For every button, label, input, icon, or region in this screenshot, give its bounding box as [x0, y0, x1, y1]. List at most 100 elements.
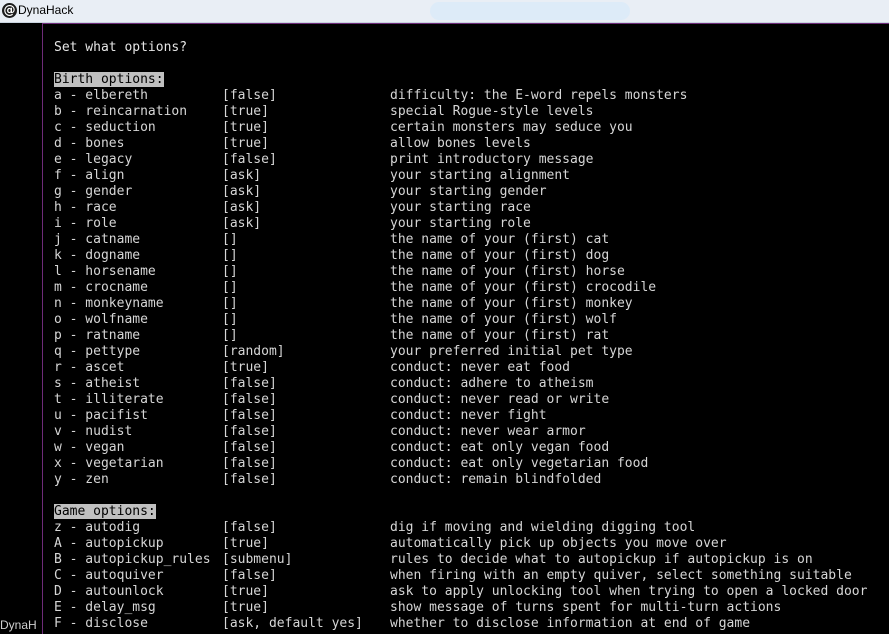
option-value: [false] — [222, 392, 277, 407]
option-desc: difficulty: the E-word repels monsters — [390, 88, 688, 103]
option-value: [] — [222, 312, 238, 327]
option-row[interactable]: z - autodig [false] dig if moving and wiel… — [54, 520, 884, 536]
option-row[interactable]: w - vegan [false] conduct: eat only vegan … — [54, 440, 884, 456]
option-row[interactable]: j - catname [] the name of your (first) ca… — [54, 232, 884, 248]
option-value: [] — [222, 280, 238, 295]
option-key: e - legacy — [54, 152, 133, 167]
option-value: [] — [222, 328, 238, 343]
option-row[interactable]: u - pacifist [false] conduct: never fight — [54, 408, 884, 424]
option-desc: conduct: eat only vegetarian food — [390, 456, 649, 471]
option-key: B - autopickup_rules — [54, 552, 211, 567]
option-row[interactable]: m - crocname [] the name of your (first) c… — [54, 280, 884, 296]
option-value: [true] — [222, 120, 269, 135]
titlebar-tab-blur — [430, 2, 630, 20]
option-desc: conduct: eat only vegan food — [390, 440, 610, 455]
option-row[interactable]: A - autopickup [true] automatically pick u… — [54, 536, 884, 552]
taskbar-label: DynaH — [0, 618, 37, 632]
option-value: [] — [222, 296, 238, 311]
option-row[interactable]: d - bones [true] allow bones levels — [54, 136, 884, 152]
option-row[interactable]: q - pettype [random] your preferred initia… — [54, 344, 884, 360]
option-key: j - catname — [54, 232, 141, 247]
option-value: [true] — [222, 536, 269, 551]
option-row[interactable]: E - delay_msg [true] show message of turns… — [54, 600, 884, 616]
option-key: s - atheist — [54, 376, 141, 391]
option-value: [] — [222, 232, 238, 247]
option-desc: dig if moving and wielding digging tool — [390, 520, 696, 535]
option-desc: the name of your (first) horse — [390, 264, 625, 279]
option-row[interactable]: C - autoquiver [false] when firing with an… — [54, 568, 884, 584]
option-key: i - role — [54, 216, 117, 231]
option-value: [false] — [222, 440, 277, 455]
option-value: [ask] — [222, 200, 262, 215]
option-value: [true] — [222, 136, 269, 151]
option-value: [true] — [222, 584, 269, 599]
option-row[interactable]: F - disclose [ask, default yes] whether to… — [54, 616, 884, 632]
option-desc: conduct: never wear armor — [390, 424, 586, 439]
option-row[interactable]: e - legacy [false] print introductory mess… — [54, 152, 884, 168]
option-key: w - vegan — [54, 440, 125, 455]
option-key: g - gender — [54, 184, 133, 199]
window-title: DynaHack — [18, 3, 74, 17]
left-gutter: DynaH — [0, 23, 44, 634]
option-key: a - elbereth — [54, 88, 148, 103]
option-desc: conduct: never read or write — [390, 392, 610, 407]
option-row[interactable]: t - illiterate [false] conduct: never read… — [54, 392, 884, 408]
option-desc: rules to decide what to autopickup if au… — [390, 552, 813, 567]
section-heading: Game options: — [54, 504, 156, 519]
section-heading: Birth options: — [54, 72, 164, 87]
option-desc: automatically pick up objects you move o… — [390, 536, 727, 551]
option-key: o - wolfname — [54, 312, 148, 327]
option-key: r - ascet — [54, 360, 125, 375]
option-desc: special Rogue-style levels — [390, 104, 594, 119]
option-value: [submenu] — [222, 552, 293, 567]
option-value: [true] — [222, 104, 269, 119]
option-desc: the name of your (first) crocodile — [390, 280, 657, 295]
at-sign-icon: @ — [2, 3, 17, 18]
option-row[interactable]: n - monkeyname [] the name of your (first)… — [54, 296, 884, 312]
option-desc: the name of your (first) cat — [390, 232, 610, 247]
option-row[interactable]: p - ratname [] the name of your (first) ra… — [54, 328, 884, 344]
option-desc: the name of your (first) monkey — [390, 296, 633, 311]
option-desc: your starting role — [390, 216, 531, 231]
option-desc: conduct: never eat food — [390, 360, 571, 375]
option-row[interactable]: h - race [ask] your starting race — [54, 200, 884, 216]
option-row[interactable]: i - role [ask] your starting role — [54, 216, 884, 232]
option-desc: your starting alignment — [390, 168, 571, 183]
option-desc: print introductory message — [390, 152, 594, 167]
option-key: q - pettype — [54, 344, 141, 359]
option-row[interactable]: v - nudist [false] conduct: never wear arm… — [54, 424, 884, 440]
option-row[interactable]: f - align [ask] your starting alignment — [54, 168, 884, 184]
option-row[interactable]: r - ascet [true] conduct: never eat food — [54, 360, 884, 376]
option-key: d - bones — [54, 136, 125, 151]
option-row[interactable]: y - zen [false] conduct: remain blindfolde… — [54, 472, 884, 488]
option-row[interactable]: B - autopickup_rules [submenu] rules to de… — [54, 552, 884, 568]
option-desc: ask to apply unlocking tool when trying … — [390, 584, 868, 599]
option-key: m - crocname — [54, 280, 148, 295]
option-row[interactable]: s - atheist [false] conduct: adhere to ath… — [54, 376, 884, 392]
option-row[interactable]: b - reincarnation [true] special Rogue-sty… — [54, 104, 884, 120]
option-row[interactable]: c - seduction [true] certain monsters may … — [54, 120, 884, 136]
option-key: b - reincarnation — [54, 104, 188, 119]
option-key: C - autoquiver — [54, 568, 164, 583]
option-value: [false] — [222, 424, 277, 439]
option-row[interactable]: x - vegetarian [false] conduct: eat only v… — [54, 456, 884, 472]
option-row[interactable]: a - elbereth [false] difficulty: the E-wor… — [54, 88, 884, 104]
option-value: [false] — [222, 568, 277, 583]
option-key: c - seduction — [54, 120, 156, 135]
option-value: [true] — [222, 600, 269, 615]
option-row[interactable]: g - gender [ask] your starting gender — [54, 184, 884, 200]
option-row[interactable]: l - horsename [] the name of your (first) … — [54, 264, 884, 280]
option-value: [random] — [222, 344, 285, 359]
option-value: [false] — [222, 376, 277, 391]
option-value: [ask, default yes] — [222, 616, 363, 631]
option-desc: the name of your (first) rat — [390, 328, 610, 343]
option-key: f - align — [54, 168, 125, 183]
option-value: [ask] — [222, 168, 262, 183]
option-key: u - pacifist — [54, 408, 148, 423]
option-row[interactable]: o - wolfname [] the name of your (first) w… — [54, 312, 884, 328]
option-row[interactable]: k - dogname [] the name of your (first) do… — [54, 248, 884, 264]
option-key: v - nudist — [54, 424, 133, 439]
option-value: [] — [222, 248, 238, 263]
option-row[interactable]: D - autounlock [true] ask to apply unlocki… — [54, 584, 884, 600]
option-key: n - monkeyname — [54, 296, 164, 311]
